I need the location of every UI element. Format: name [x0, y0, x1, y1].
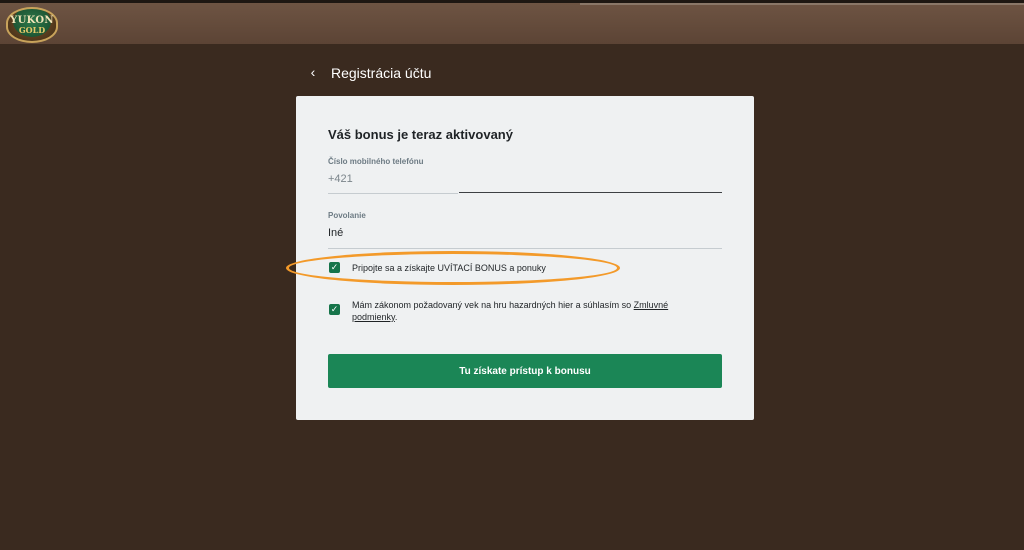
bonus-offers-checkbox[interactable]: ✓ [329, 262, 340, 273]
get-bonus-button[interactable]: Tu získate prístup k bonusu [328, 354, 722, 388]
phone-country-prefix[interactable]: +421 [328, 173, 353, 185]
logo-text-bottom: GOLD [18, 25, 46, 35]
header-divider [580, 3, 1024, 5]
yukon-gold-logo[interactable]: YUKON GOLD [6, 7, 58, 43]
age-terms-text: Mám zákonom požadovaný vek na hru hazard… [352, 300, 634, 310]
phone-prefix-underline [328, 193, 458, 194]
registration-card: Váš bonus je teraz aktivovaný Číslo mobi… [286, 96, 754, 420]
age-terms-period: . [394, 312, 398, 322]
phone-number-input[interactable] [459, 166, 722, 193]
page-title: Registrácia účtu [331, 65, 432, 81]
top-header-bar: YUKON GOLD [0, 0, 1024, 44]
phone-field-label: Číslo mobilného telefónu [328, 157, 424, 166]
bonus-heading: Váš bonus je teraz aktivovaný [328, 127, 513, 142]
occupation-field-label: Povolanie [328, 211, 366, 220]
age-terms-label: Mám zákonom požadovaný vek na hru hazard… [352, 299, 712, 323]
occupation-select[interactable]: Iné [328, 226, 722, 249]
age-terms-checkbox[interactable]: ✓ [329, 304, 340, 315]
chevron-left-icon[interactable]: ‹ [306, 63, 320, 81]
bonus-offers-label: Pripojte sa a získajte UVÍTACÍ BONUS a p… [352, 263, 546, 273]
